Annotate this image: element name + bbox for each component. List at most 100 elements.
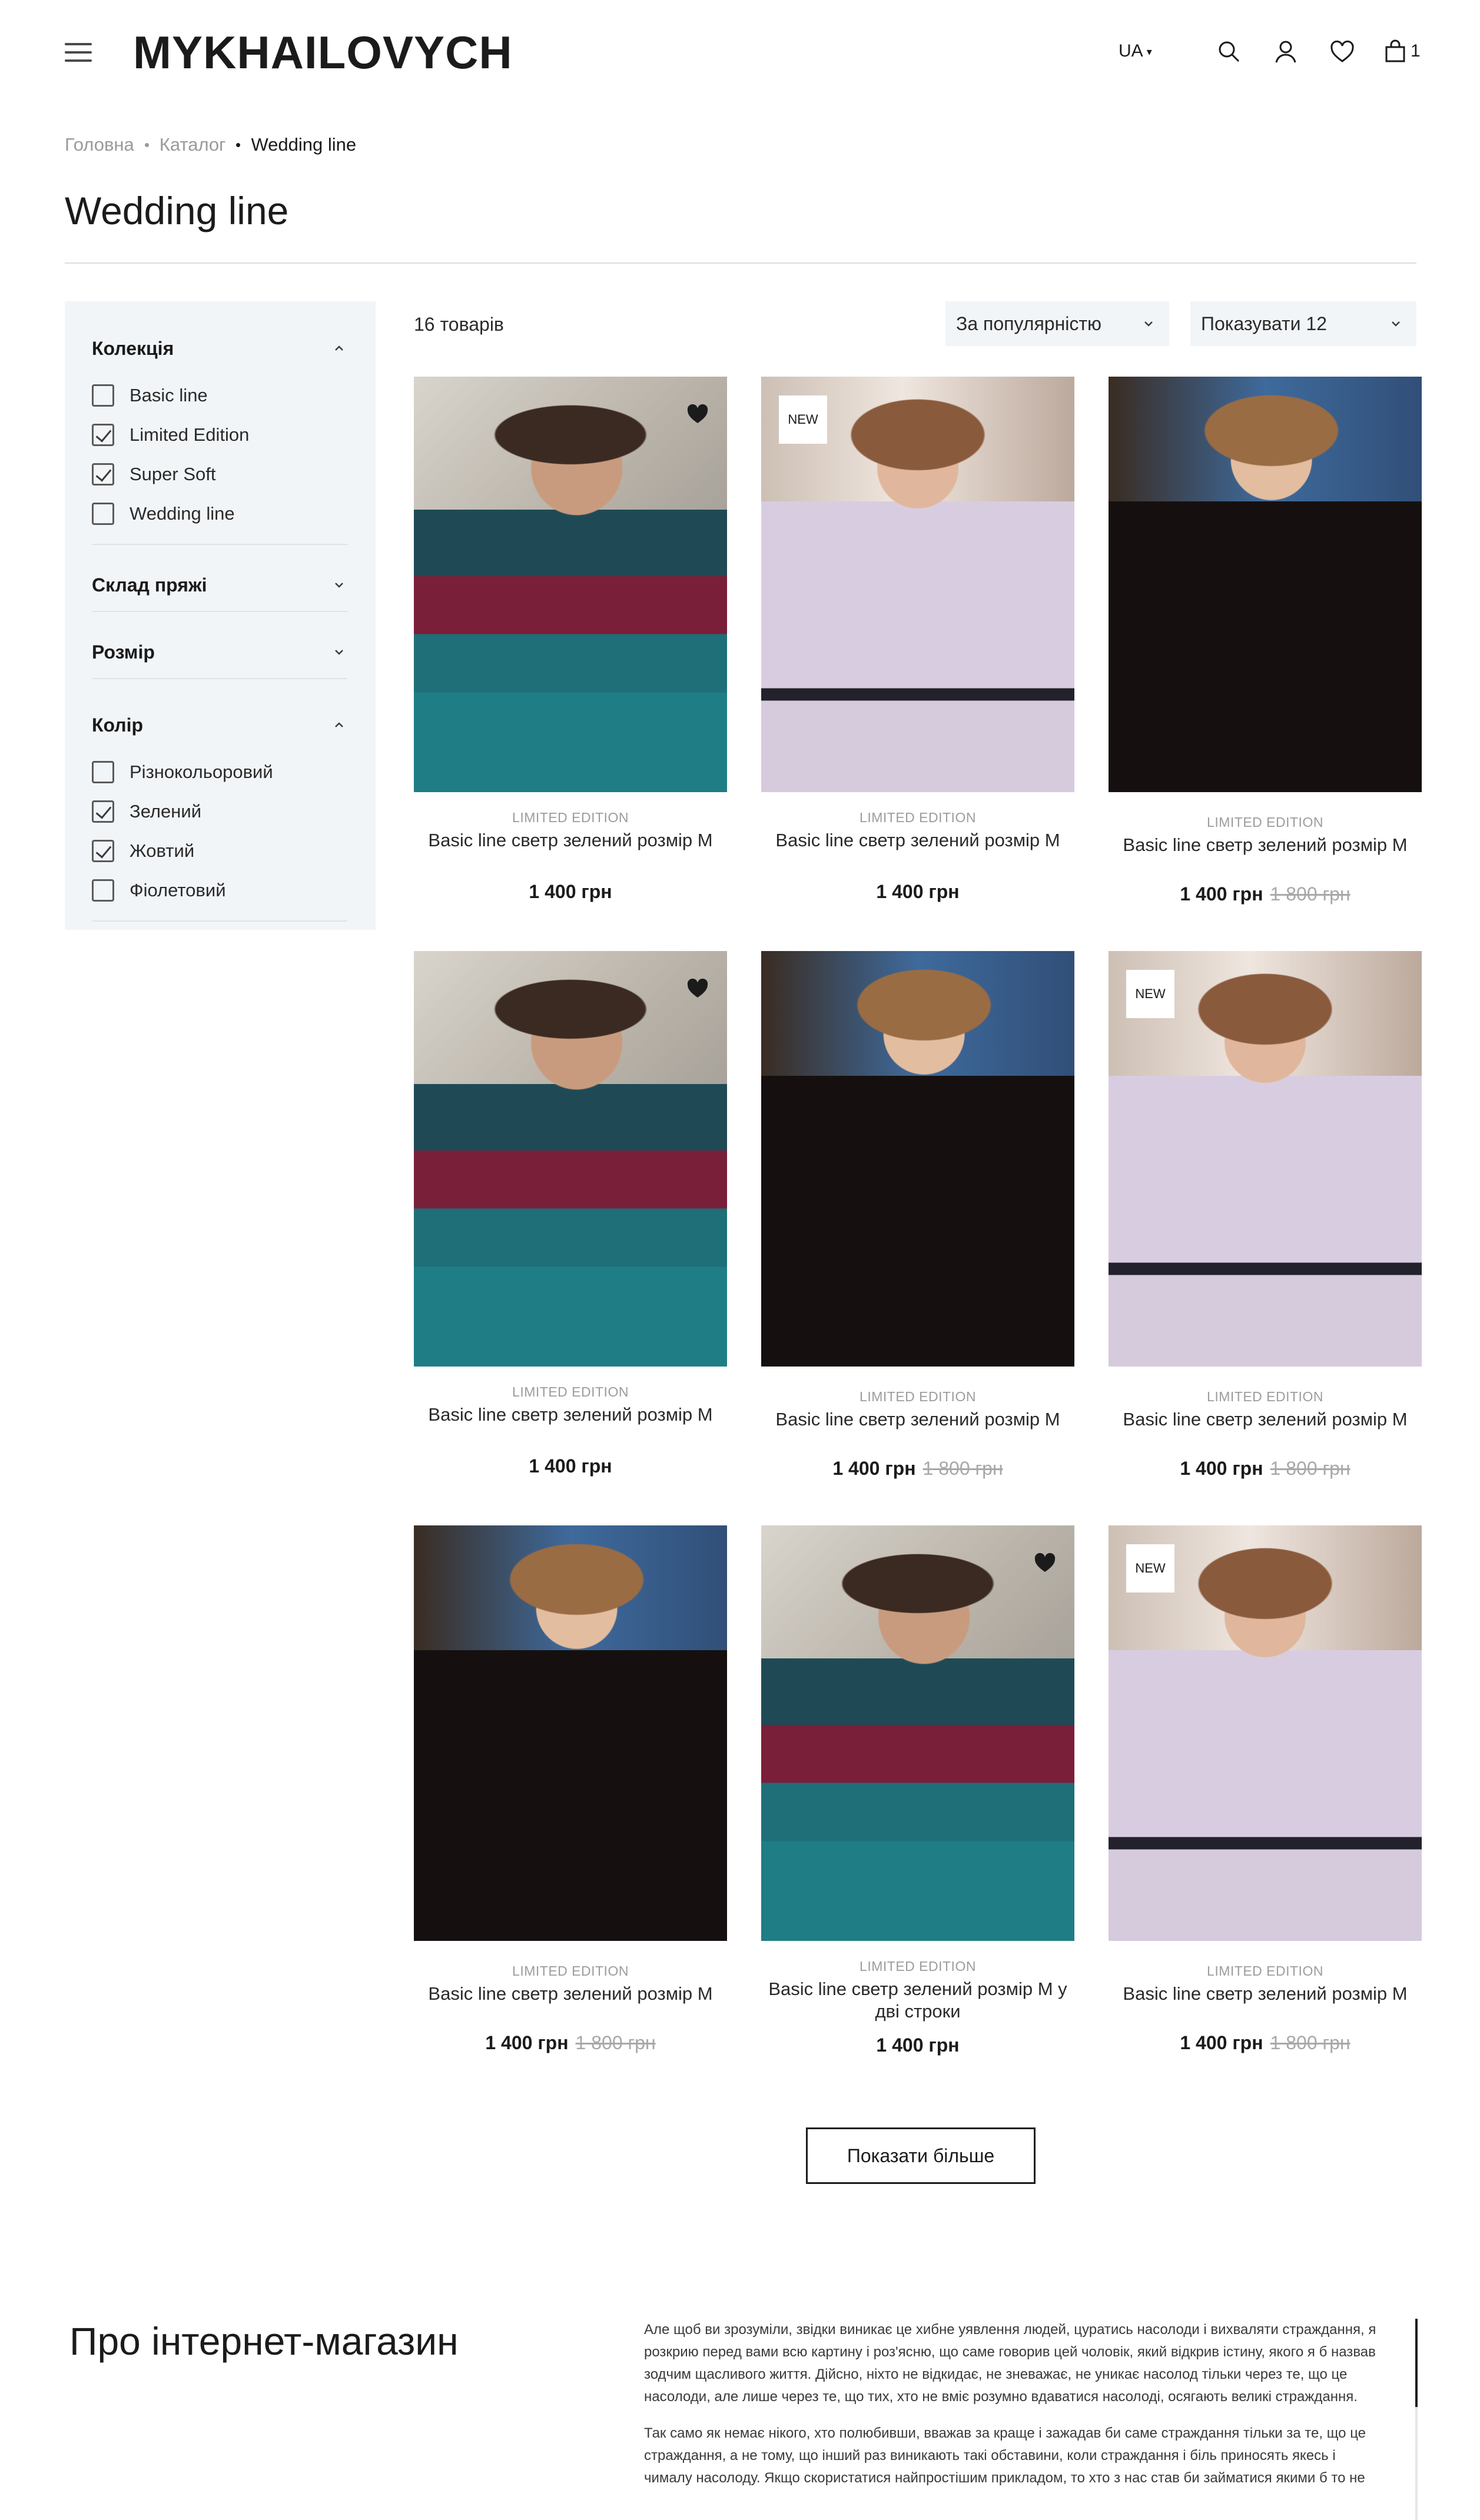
product-name[interactable]: Basic line светр зелений розмір M [1109, 1408, 1422, 1431]
per-page-select[interactable]: Показувати 12 [1190, 301, 1416, 346]
product-name[interactable]: Basic line светр зелений розмір M у дві … [761, 1978, 1074, 2023]
product-card[interactable]: NEW LIMITED EDITION Basic line светр зелен… [1109, 951, 1422, 1480]
product-price: 1 400 грн [761, 881, 1074, 903]
favorite-heart-icon[interactable] [686, 403, 709, 426]
checkbox[interactable] [92, 384, 114, 407]
filter-header-color[interactable]: Колір [92, 706, 347, 744]
search-icon[interactable] [1215, 38, 1243, 66]
product-image[interactable]: NEW [1109, 1525, 1422, 1941]
product-name[interactable]: Basic line светр зелений розмір M [761, 1408, 1074, 1431]
caret-down-icon: ▾ [1146, 45, 1152, 58]
language-switcher[interactable]: UA ▾ [1119, 41, 1152, 61]
filter-option[interactable]: Limited Edition [92, 415, 347, 454]
new-badge: NEW [779, 395, 827, 444]
product-image[interactable]: NEW [1109, 951, 1422, 1367]
checkbox[interactable] [92, 839, 114, 862]
product-card[interactable]: LIMITED EDITION Basic line светр зелений … [1109, 377, 1422, 905]
breadcrumb-home[interactable]: Головна [65, 134, 134, 155]
product-card[interactable]: LIMITED EDITION Basic line светр зелений … [414, 951, 727, 1477]
checkbox[interactable] [92, 760, 114, 783]
menu-icon[interactable] [65, 43, 92, 62]
filter-option-label: Жовтий [130, 840, 195, 861]
breadcrumb-separator [144, 142, 149, 147]
product-collection: LIMITED EDITION [512, 1384, 629, 1399]
product-price: 1 400 грн 1 800 грн [414, 2032, 727, 2054]
breadcrumb-separator [236, 142, 241, 147]
current-price: 1 400 грн [1180, 2032, 1263, 2053]
product-collection: LIMITED EDITION [860, 810, 976, 825]
filter-option[interactable]: Фіолетовий [92, 870, 347, 910]
checkbox[interactable] [92, 423, 114, 446]
product-count: 16 товарів [414, 314, 504, 335]
cart-icon[interactable] [1381, 38, 1409, 66]
filter-option-label: Limited Edition [130, 424, 250, 445]
product-name[interactable]: Basic line светр зелений розмір M [1109, 1983, 1422, 2005]
old-price: 1 800 грн [1270, 2032, 1350, 2053]
product-name[interactable]: Basic line светр зелений розмір M [761, 829, 1074, 852]
checkbox[interactable] [92, 879, 114, 902]
product-image[interactable] [414, 377, 727, 792]
favorite-heart-icon[interactable] [1033, 1551, 1057, 1575]
product-name[interactable]: Basic line светр зелений розмір M [414, 829, 727, 852]
breadcrumb-catalog[interactable]: Каталог [160, 134, 226, 155]
product-card[interactable]: NEW LIMITED EDITION Basic line светр зелен… [1109, 1525, 1422, 2054]
sort-select[interactable]: За популярністю [945, 301, 1169, 346]
filter-option[interactable]: Super Soft [92, 454, 347, 494]
filter-option-label: Зелений [130, 800, 202, 822]
chevron-down-icon [335, 650, 343, 655]
filter-option[interactable]: Жовтий [92, 831, 347, 870]
checkbox[interactable] [92, 502, 114, 525]
product-name[interactable]: Basic line светр зелений розмір M [414, 1404, 727, 1426]
product-price: 1 400 грн 1 800 грн [1109, 1458, 1422, 1480]
scrollbar-thumb[interactable] [1415, 2319, 1418, 2407]
product-card[interactable]: LIMITED EDITION Basic line светр зелений … [761, 1525, 1074, 2056]
page-title: Wedding line [65, 189, 289, 232]
filter-group-size: Розмір [92, 612, 347, 679]
product-image[interactable] [761, 951, 1074, 1367]
heart-icon[interactable] [1328, 38, 1356, 66]
product-image[interactable]: NEW [761, 377, 1074, 792]
filter-option-label: Wedding line [130, 503, 235, 524]
about-title: Про інтернет-магазин [69, 2319, 459, 2363]
filter-header-collection[interactable]: Колекція [92, 330, 347, 367]
favorite-heart-icon[interactable] [686, 977, 709, 1000]
filter-option[interactable]: Різнокольоровий [92, 752, 347, 792]
filter-option-label: Basic line [130, 384, 208, 405]
current-price: 1 400 грн [876, 2034, 960, 2056]
filter-option-label: Фіолетовий [130, 879, 226, 900]
product-image[interactable] [761, 1525, 1074, 1941]
product-collection: LIMITED EDITION [512, 1963, 629, 1979]
product-image[interactable] [414, 1525, 727, 1941]
product-image[interactable] [1109, 377, 1422, 792]
checkbox[interactable] [92, 463, 114, 486]
site-header: MYKHAILOVYCH UA ▾ 1 [0, 0, 1480, 106]
old-price: 1 800 грн [1270, 883, 1350, 905]
product-collection: LIMITED EDITION [1207, 1389, 1323, 1404]
filter-option[interactable]: Wedding line [92, 494, 347, 533]
checkbox[interactable] [92, 800, 114, 823]
product-card[interactable]: LIMITED EDITION Basic line светр зелений … [414, 377, 727, 903]
filter-title: Колекція [92, 337, 174, 359]
filter-title: Склад пряжі [92, 574, 207, 596]
product-image[interactable] [414, 951, 727, 1367]
product-card[interactable]: LIMITED EDITION Basic line светр зелений … [414, 1525, 727, 2054]
old-price: 1 800 грн [1270, 1458, 1350, 1479]
breadcrumb: Головна Каталог Wedding line [65, 134, 356, 155]
filter-header-size[interactable]: Розмір [92, 633, 347, 671]
filter-group-composition: Склад пряжі [92, 545, 347, 612]
divider [65, 262, 1416, 264]
language-label: UA [1119, 41, 1143, 61]
filter-option[interactable]: Basic line [92, 375, 347, 415]
user-icon[interactable] [1272, 38, 1300, 66]
about-text: Але щоб ви зрозуміли, звідки виникає це … [644, 2319, 1386, 2520]
product-card[interactable]: NEW LIMITED EDITION Basic line светр зелен… [761, 377, 1074, 903]
filter-header-composition[interactable]: Склад пряжі [92, 566, 347, 604]
product-name[interactable]: Basic line светр зелений розмір M [414, 1983, 727, 2005]
filter-title: Колір [92, 714, 144, 736]
product-collection: LIMITED EDITION [1207, 814, 1323, 830]
load-more-button[interactable]: Показати більше [806, 2127, 1036, 2184]
filter-option[interactable]: Зелений [92, 792, 347, 831]
product-name[interactable]: Basic line светр зелений розмір M [1109, 834, 1422, 856]
product-card[interactable]: LIMITED EDITION Basic line светр зелений … [761, 951, 1074, 1480]
logo[interactable]: MYKHAILOVYCH [133, 26, 513, 79]
